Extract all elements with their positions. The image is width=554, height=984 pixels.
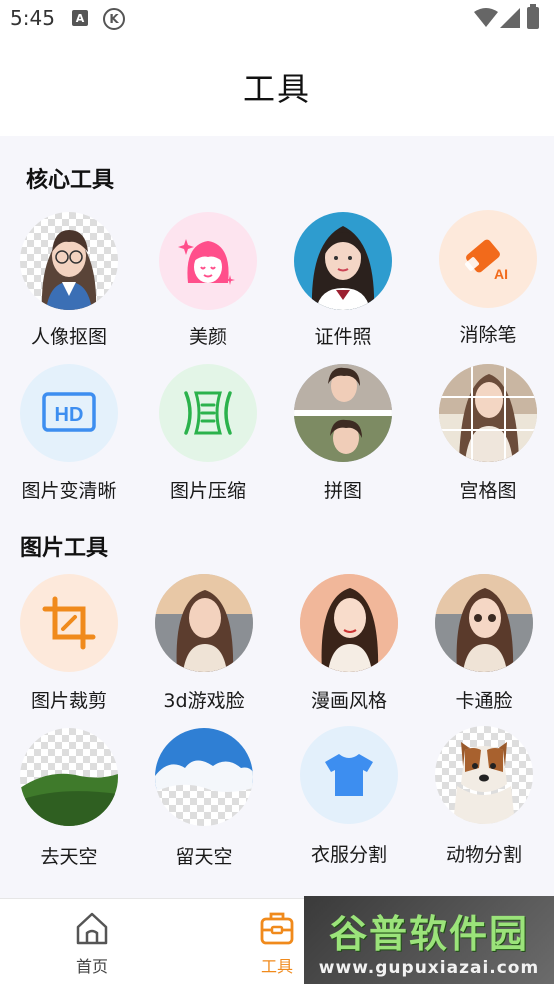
wifi-icon (474, 8, 498, 27)
tool-portrait-cutout[interactable]: 人像抠图 (4, 210, 134, 348)
tool-compress[interactable]: 图片压缩 (143, 362, 273, 502)
tool-label: 证件照 (314, 326, 372, 348)
tools-content[interactable]: 核心工具 人像抠图 美颜 证件照 AI 消除笔 HD 图片变清晰 图片压缩 拼图… (0, 136, 554, 898)
tshirt-icon (300, 726, 398, 824)
tool-cartoon-face[interactable]: 卡通脸 (419, 572, 549, 712)
title-bar: 工具 (0, 38, 554, 136)
tool-label: 图片变清晰 (21, 480, 117, 502)
compress-icon (159, 364, 257, 462)
tool-label: 动物分割 (445, 844, 522, 866)
battery-icon (527, 4, 539, 29)
tool-grid[interactable]: 宫格图 (423, 362, 553, 502)
tool-label: 宫格图 (459, 480, 517, 502)
tool-comic-style[interactable]: 漫画风格 (284, 572, 414, 712)
k-notification-icon: K (103, 8, 125, 30)
tool-keep-sky[interactable]: 留天空 (139, 726, 269, 868)
cartoon-face-icon (435, 574, 533, 672)
portrait-cutout-icon (20, 212, 118, 310)
tool-hd[interactable]: HD 图片变清晰 (4, 362, 134, 502)
nav-label-home: 首页 (75, 957, 108, 976)
signal-icon (500, 8, 520, 28)
status-bar: 5:45 A K (0, 0, 554, 38)
crop-icon (20, 574, 118, 672)
nav-home[interactable]: 首页 (52, 909, 132, 977)
remove-sky-icon (20, 728, 118, 826)
tool-label: 留天空 (175, 846, 233, 868)
tool-label: 消除笔 (459, 324, 517, 346)
tool-label: 衣服分割 (310, 844, 387, 866)
collage-icon (294, 364, 392, 462)
comic-style-icon (300, 574, 398, 672)
watermark-url: www.gupuxiazai.com (318, 957, 540, 978)
toolbox-icon (260, 912, 294, 945)
grid-icon (439, 364, 537, 462)
tool-collage[interactable]: 拼图 (278, 362, 408, 502)
id-photo-icon (294, 212, 392, 310)
tool-label: 美颜 (188, 326, 227, 348)
animal-icon (435, 726, 533, 824)
tool-clothes-segment[interactable]: 衣服分割 (284, 724, 414, 866)
svg-text:AI: AI (494, 266, 508, 282)
section-title-image-tools: 图片工具 (20, 536, 109, 561)
tool-label: 人像抠图 (30, 326, 107, 348)
section-title-core-tools: 核心工具 (26, 168, 115, 193)
tool-remove-sky[interactable]: 去天空 (4, 726, 134, 868)
tool-label: 3d游戏脸 (163, 690, 245, 712)
watermark-overlay: 谷普软件园 www.gupuxiazai.com (304, 896, 554, 984)
watermark-title: 谷普软件园 (328, 911, 529, 956)
hd-icon: HD (20, 364, 118, 462)
tool-label: 图片压缩 (169, 480, 246, 502)
home-icon (76, 912, 108, 945)
tool-id-photo[interactable]: 证件照 (278, 210, 408, 348)
beauty-face-icon (159, 212, 257, 310)
tool-label: 拼图 (323, 480, 362, 502)
tool-label: 图片裁剪 (30, 690, 107, 712)
tool-crop[interactable]: 图片裁剪 (4, 572, 134, 712)
a-notification-icon: A (72, 10, 88, 26)
tool-label: 漫画风格 (310, 690, 387, 712)
keep-sky-icon (155, 728, 253, 826)
game-face-icon (155, 574, 253, 672)
tool-beauty[interactable]: 美颜 (143, 210, 273, 348)
page-title: 工具 (242, 70, 311, 108)
tool-label: 去天空 (40, 846, 98, 868)
status-time: 5:45 (10, 6, 55, 30)
tool-ai-eraser[interactable]: AI 消除笔 (423, 208, 553, 346)
svg-text:HD: HD (55, 404, 84, 426)
tool-game-face[interactable]: 3d游戏脸 (139, 572, 269, 712)
tool-animal-segment[interactable]: 动物分割 (419, 724, 549, 866)
tool-label: 卡通脸 (455, 690, 513, 712)
ai-eraser-icon: AI (439, 210, 537, 308)
